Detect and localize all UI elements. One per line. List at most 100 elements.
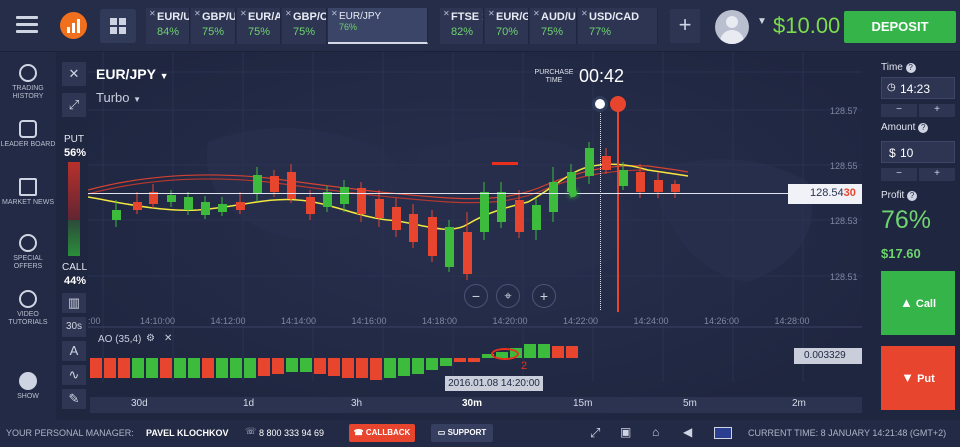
screen-icon[interactable]: ▣ bbox=[620, 425, 631, 439]
put-button[interactable]: ▼ Put bbox=[881, 346, 955, 410]
candle-body bbox=[184, 197, 193, 210]
asset-tab[interactable]: ✕EUR/GBP70% bbox=[485, 8, 529, 44]
zoom-in-button[interactable]: + bbox=[532, 284, 556, 308]
close-icon[interactable]: ✕ bbox=[149, 9, 156, 18]
sidebar-item-trading-history[interactable]: TRADING HISTORY bbox=[0, 64, 56, 101]
price-chart[interactable]: 128.57 128.55 128.53 128.51 :00 14:10:00 14:1… bbox=[88, 52, 862, 420]
balance[interactable]: $10.00 bbox=[773, 13, 840, 39]
close-icon[interactable]: ✕ bbox=[581, 9, 588, 18]
time-input[interactable]: ◷ 14:23 bbox=[881, 77, 955, 99]
sidebar-item-video-tutorials[interactable]: VIDEO TUTORIALS bbox=[0, 290, 56, 327]
asset-tab-active[interactable]: ✕ EUR/JPY 76% bbox=[328, 8, 428, 44]
asset-tab[interactable]: ✕GBP/CAD75% bbox=[282, 8, 327, 44]
time-increase-button[interactable]: + bbox=[919, 104, 955, 117]
time-decrease-button[interactable]: − bbox=[881, 104, 917, 117]
leaderboard-icon bbox=[19, 120, 37, 138]
timeframe-2m[interactable]: 2m bbox=[792, 398, 806, 409]
timeframe-30m[interactable]: 30m bbox=[462, 398, 482, 409]
ao-bar bbox=[468, 358, 480, 362]
menu-icon[interactable] bbox=[16, 16, 38, 34]
timeframe-5m[interactable]: 5m bbox=[683, 398, 697, 409]
callback-button[interactable]: ☎ CALLBACK bbox=[349, 424, 415, 442]
profit-label: Profit ? bbox=[881, 190, 918, 201]
asset-tab[interactable]: ✕EUR/AUD75% bbox=[237, 8, 281, 44]
close-icon[interactable]: ✕ bbox=[533, 9, 540, 18]
zoom-out-button[interactable]: − bbox=[464, 284, 488, 308]
close-icon[interactable]: ✕ bbox=[488, 9, 495, 18]
asset-tab[interactable]: ✕GBP/USD75% bbox=[191, 8, 236, 44]
add-asset-button[interactable]: + bbox=[670, 9, 700, 43]
close-chart-icon[interactable]: ✕ bbox=[62, 62, 86, 86]
sidebar-item-show[interactable]: SHOW bbox=[0, 372, 56, 401]
candle-body bbox=[253, 175, 262, 194]
top-bar: ✕EUR/USD84% ✕GBP/USD75% ✕EUR/AUD75% ✕GBP… bbox=[0, 0, 960, 52]
candle-body bbox=[218, 204, 227, 212]
avatar[interactable] bbox=[715, 10, 749, 44]
sidebar-item-special-offers[interactable]: SPECIAL OFFERS bbox=[0, 234, 56, 271]
candle-body bbox=[375, 199, 384, 218]
timeframe-30d[interactable]: 30d bbox=[131, 398, 148, 409]
timeframe-1d[interactable]: 1d bbox=[243, 398, 254, 409]
close-icon[interactable]: ✕ bbox=[240, 9, 247, 18]
purchase-line bbox=[600, 110, 601, 310]
drawing-tool-icon[interactable]: A bbox=[62, 341, 86, 361]
ao-bar bbox=[160, 358, 172, 378]
amount-decrease-button[interactable]: − bbox=[881, 168, 917, 181]
ao-bar bbox=[104, 358, 116, 378]
chart-type-icon[interactable]: ▥ bbox=[62, 293, 86, 313]
amount-increase-button[interactable]: + bbox=[919, 168, 955, 181]
asset-selector[interactable]: EUR/JPY ▼ bbox=[96, 66, 168, 82]
manager-label: YOUR PERSONAL MANAGER: bbox=[6, 428, 134, 438]
pencil-icon[interactable]: ✎ bbox=[62, 389, 86, 409]
chevron-down-icon[interactable]: ▼ bbox=[757, 16, 767, 27]
reset-view-icon[interactable]: ⌖ bbox=[496, 284, 520, 308]
show-icon bbox=[19, 372, 37, 390]
candle-body bbox=[306, 197, 315, 214]
support-button[interactable]: ▭ SUPPORT bbox=[431, 424, 493, 442]
indicator-value: 0.003329 bbox=[794, 348, 862, 364]
logo-icon[interactable] bbox=[60, 12, 87, 39]
timeframe-3h[interactable]: 3h bbox=[351, 398, 362, 409]
put-label: PUT bbox=[64, 134, 84, 145]
sidebar-item-leader-board[interactable]: LEADER BOARD bbox=[0, 120, 56, 149]
timeframe-15m[interactable]: 15m bbox=[573, 398, 592, 409]
ao-bar bbox=[188, 358, 200, 378]
y-tick-label: 128.55 bbox=[830, 161, 858, 171]
close-icon[interactable]: ✕ bbox=[443, 9, 450, 18]
candle-body bbox=[409, 214, 418, 242]
close-indicator-icon[interactable]: ✕ bbox=[164, 333, 172, 344]
indicator-icon[interactable]: ∿ bbox=[62, 365, 86, 385]
sidebar-item-market-news[interactable]: MARKET NEWS bbox=[0, 178, 56, 207]
asset-tab[interactable]: ✕EUR/USD84% bbox=[146, 8, 190, 44]
ao-bar bbox=[244, 358, 256, 378]
fullscreen-icon[interactable]: ⤢ bbox=[590, 425, 600, 441]
call-chart-icon: ▲ bbox=[899, 295, 913, 310]
asset-tab[interactable]: ✕ USD/CAD 77% bbox=[578, 8, 658, 44]
annotation-label: 2 bbox=[521, 360, 528, 372]
phone-number[interactable]: 8 800 333 94 69 bbox=[259, 428, 324, 438]
candle-body bbox=[201, 202, 210, 215]
asset-tab[interactable]: ✕AUD/USD75% bbox=[530, 8, 577, 44]
asset-tab[interactable]: ✕FTSE 10082% bbox=[440, 8, 484, 44]
bank-icon[interactable]: ⌂ bbox=[652, 425, 659, 439]
close-icon[interactable]: ✕ bbox=[331, 9, 338, 18]
fullscreen-icon[interactable]: ⤢ bbox=[62, 93, 86, 117]
grid-icon[interactable] bbox=[100, 9, 136, 43]
deposit-button[interactable]: DEPOSIT bbox=[844, 11, 956, 43]
call-button[interactable]: ▲ Call bbox=[881, 271, 955, 335]
expiry-line bbox=[617, 110, 619, 312]
chevron-down-icon: ▼ bbox=[159, 71, 169, 81]
candle-body bbox=[167, 195, 176, 202]
gear-icon[interactable]: ⚙ bbox=[146, 333, 155, 344]
phone-icon: ☏ bbox=[245, 426, 257, 436]
mode-selector[interactable]: Turbo ▼ bbox=[96, 90, 141, 105]
ao-bar bbox=[552, 346, 564, 358]
interval-button[interactable]: 30s bbox=[62, 317, 86, 337]
ao-bar bbox=[440, 358, 452, 366]
close-icon[interactable]: ✕ bbox=[285, 9, 292, 18]
ao-bar bbox=[146, 358, 158, 378]
close-icon[interactable]: ✕ bbox=[194, 9, 201, 18]
amount-input[interactable]: $ 10 bbox=[881, 141, 955, 163]
language-flag-icon[interactable] bbox=[714, 427, 732, 439]
sound-icon[interactable]: ◀ bbox=[683, 425, 692, 439]
